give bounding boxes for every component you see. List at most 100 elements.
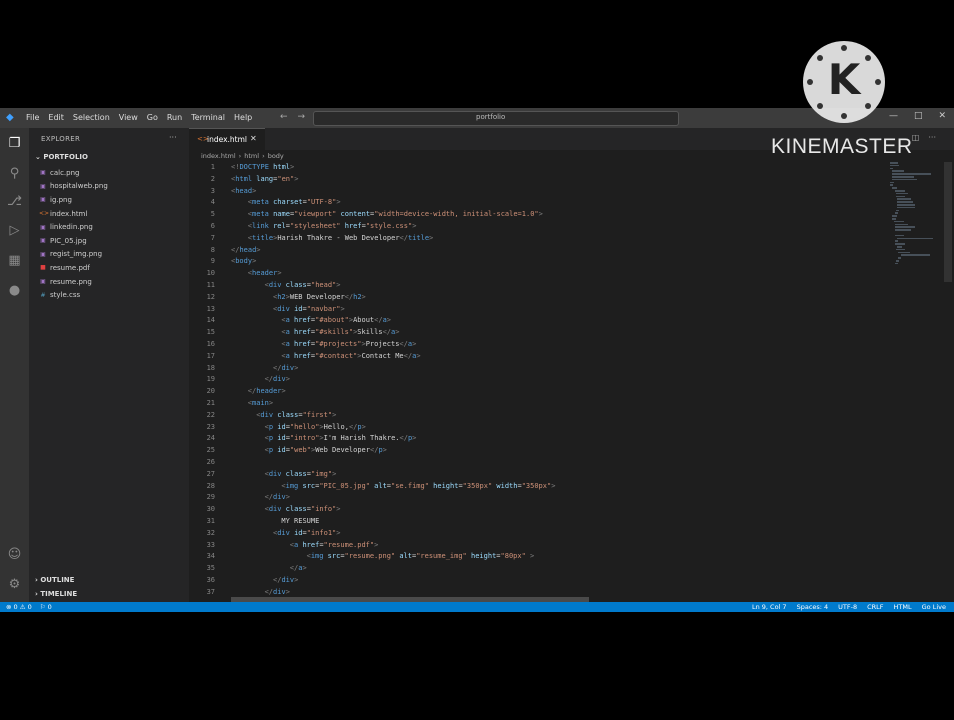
code-line: 32 <div id="info1"> — [189, 528, 879, 540]
minimap-line — [892, 173, 931, 175]
code-line: 30 <div class="info"> — [189, 504, 879, 516]
breadcrumb-item[interactable]: index.html — [201, 152, 236, 160]
status-item[interactable]: HTML — [894, 603, 912, 611]
file-item[interactable]: # style.css — [39, 288, 108, 302]
minimap-line — [890, 167, 894, 170]
line-number: 31 — [206, 517, 215, 525]
outline-section[interactable]: › OUTLINE — [35, 576, 74, 584]
timeline-section[interactable]: › TIMELINE — [35, 590, 77, 598]
file-item[interactable]: ▣ PIC_05.jpg — [39, 234, 108, 248]
code-text: <meta charset="UTF-8"> — [248, 197, 341, 209]
explorer-icon[interactable]: ❐ — [6, 135, 23, 152]
vertical-scrollbar[interactable] — [944, 162, 952, 282]
editor-more-icon[interactable]: ··· — [928, 133, 936, 142]
line-number: 21 — [206, 399, 215, 407]
extensions-icon[interactable]: ▦ — [6, 252, 23, 269]
line-number: 32 — [206, 528, 215, 537]
folder-portfolio[interactable]: ⌄ PORTFOLIO — [35, 153, 88, 161]
code-token: > — [361, 422, 366, 431]
close-tab-icon[interactable]: ✕ — [250, 134, 257, 143]
account-icon[interactable]: ☺ — [6, 546, 23, 563]
menu-item-view[interactable]: View — [119, 113, 138, 122]
line-number: 15 — [206, 328, 215, 337]
logo-dot — [841, 45, 847, 51]
run-debug-icon[interactable]: ▷ — [6, 222, 23, 239]
minimap-line — [890, 162, 899, 164]
minimap[interactable] — [886, 162, 942, 272]
file-item[interactable]: ■ resume.pdf — [39, 261, 108, 275]
maximize-icon[interactable]: □ — [914, 111, 923, 121]
code-token: </ — [374, 316, 383, 325]
status-item[interactable]: CRLF — [867, 603, 883, 611]
code-token: header — [256, 387, 282, 396]
breadcrumb-item[interactable]: body — [268, 152, 284, 160]
forward-arrow-icon[interactable]: → — [298, 112, 306, 122]
more-actions-icon[interactable]: ··· — [169, 133, 177, 142]
code-token: div — [281, 576, 295, 584]
code-token: "350px" — [462, 481, 493, 490]
code-text: <header> — [248, 268, 282, 280]
code-editor[interactable]: 1 <!DOCTYPE html> 2 <html lang="en"> 3 <head>… — [189, 162, 879, 598]
split-editor-icon[interactable]: ◫ — [912, 133, 920, 142]
code-text: <div id="navbar"> — [273, 304, 345, 316]
python-icon[interactable]: ● — [6, 282, 23, 299]
status-item[interactable]: ⊗ 0 ⚠ 0 — [6, 603, 32, 611]
back-arrow-icon[interactable]: ← — [280, 112, 288, 122]
line-number: 3 — [210, 186, 215, 195]
menu-item-run[interactable]: Run — [167, 113, 182, 122]
file-item[interactable]: ▣ resume.png — [39, 275, 108, 289]
menu-item-help[interactable]: Help — [234, 113, 252, 122]
file-name: regist_img.png — [50, 250, 103, 259]
menu-item-terminal[interactable]: Terminal — [191, 113, 225, 122]
breadcrumb-item[interactable]: html — [244, 152, 259, 160]
line-number: 12 — [206, 292, 215, 301]
status-item[interactable]: ⚐ 0 — [40, 603, 52, 611]
breadcrumb: index.html › html › body — [201, 152, 284, 160]
file-item[interactable]: ▣ calc.png — [39, 166, 108, 180]
file-item[interactable]: ▣ hospitalweb.png — [39, 180, 108, 194]
source-control-icon[interactable]: ⎇ — [6, 193, 23, 210]
menu-item-go[interactable]: Go — [147, 113, 158, 122]
status-item[interactable]: Ln 9, Col 7 — [752, 603, 787, 611]
code-text: <div class="head"> — [265, 280, 341, 292]
code-line: 5 <meta name="viewport" content="width=de… — [189, 209, 879, 221]
code-token: title — [407, 233, 430, 242]
minimap-line — [892, 215, 898, 217]
file-item[interactable]: ▣ linkedin.png — [39, 220, 108, 234]
status-item[interactable]: UTF-8 — [838, 603, 857, 611]
status-item[interactable]: Spaces: 4 — [797, 603, 829, 611]
code-text: <a href="#contact">Contact Me</a> — [281, 351, 420, 363]
code-token: "web" — [289, 446, 311, 455]
code-token: Skills — [357, 328, 383, 337]
file-item[interactable]: ▣ regist_img.png — [39, 248, 108, 262]
code-token: > — [332, 410, 337, 419]
html-icon: <> — [39, 210, 50, 218]
command-center-search[interactable]: portfolio — [313, 111, 679, 126]
code-token: </ — [289, 564, 299, 573]
settings-gear-icon[interactable]: ⚙ — [6, 576, 23, 593]
minimap-line — [894, 234, 905, 237]
code-token: > — [294, 174, 299, 183]
code-token: > — [525, 552, 535, 561]
code-line: 10 <header> — [189, 268, 879, 280]
code-token: "#about" — [315, 316, 349, 325]
code-token: > — [285, 587, 290, 596]
file-item[interactable]: ▣ ig.png — [39, 193, 108, 207]
code-token: div — [273, 587, 286, 596]
explorer-title: EXPLORER — [41, 135, 81, 143]
status-item[interactable]: Go Live — [922, 603, 946, 611]
tab-index-html[interactable]: <> index.html ✕ — [189, 128, 265, 151]
code-token: href — [298, 540, 320, 549]
menu-item-file[interactable]: File — [26, 113, 39, 122]
code-text: <div class="first"> — [256, 410, 336, 422]
menu-item-selection[interactable]: Selection — [73, 113, 110, 122]
code-token: "#projects" — [315, 340, 362, 348]
search-icon[interactable]: ⚲ — [6, 165, 23, 182]
close-window-icon[interactable]: ✕ — [938, 111, 946, 121]
kinemaster-logo: K — [803, 41, 885, 123]
file-item[interactable]: <> index.html — [39, 207, 108, 221]
code-token: > — [412, 340, 417, 348]
code-token: Contact Me — [361, 351, 404, 360]
minimize-icon[interactable]: — — [889, 111, 898, 121]
menu-item-edit[interactable]: Edit — [48, 113, 64, 122]
